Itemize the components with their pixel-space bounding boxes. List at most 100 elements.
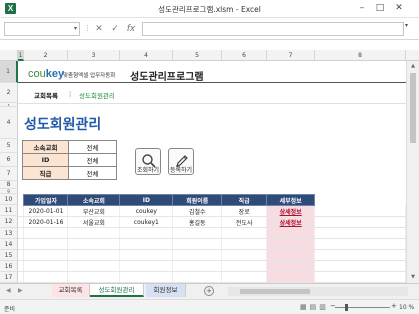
cell-member-name: 홍길동 [172, 216, 223, 228]
nav-member-management[interactable]: 성도회원관리 [79, 90, 115, 100]
row-header[interactable]: 11 [0, 205, 18, 216]
register-button-label[interactable]: 등록하기 [161, 165, 201, 174]
nav-separator: | [69, 90, 72, 98]
details-link[interactable]: 상세정보 [280, 209, 302, 216]
hscroll-thumb[interactable] [240, 289, 310, 294]
sheet-tab-bar: ◀ ▶ 교회목록 성도회원관리 회원정보 + [0, 283, 419, 299]
enter-icon[interactable]: ✓ [108, 22, 122, 36]
chevron-down-icon[interactable]: ▾ [74, 25, 77, 32]
column-header[interactable]: 4 [120, 50, 173, 61]
column-member-name: 회원이름 [172, 194, 223, 206]
filter-label: 직급 [22, 166, 69, 180]
cancel-icon[interactable]: ✕ [92, 22, 106, 36]
zoom-out-icon[interactable]: − [330, 302, 336, 310]
row-header[interactable]: 4 [0, 107, 18, 139]
table-row [18, 271, 406, 283]
select-all-corner[interactable] [0, 50, 18, 61]
column-header[interactable]: 3 [68, 50, 120, 61]
maximize-icon[interactable]: □ [372, 1, 388, 15]
row-header[interactable]: 15 [0, 250, 18, 261]
zoom-slider-handle[interactable] [345, 304, 348, 311]
nav-church-list[interactable]: 교회목록 [34, 90, 58, 100]
filter-row: 소속교회 전체 [22, 140, 117, 154]
cell-join-date: 2020-01-16 [23, 216, 69, 228]
view-mode-icons[interactable]: ▦▤▥ [300, 303, 329, 311]
table-row: 2020-01-16 서울교회 coukey1 홍길동 전도사 상세정보 [18, 216, 406, 228]
details-link[interactable]: 상세정보 [280, 220, 302, 227]
logo-subtitle: 맞춤형엑셀 업무자동화 [63, 73, 116, 79]
scroll-thumb[interactable] [410, 73, 416, 143]
row-header[interactable]: 5 [0, 139, 18, 153]
formula-bar: ▾ ⋮ ✕ ✓ fx ▾ [0, 18, 419, 40]
column-header[interactable]: 6 [222, 50, 267, 61]
zoom-slider[interactable] [335, 307, 390, 308]
column-details: 세부정보 [266, 194, 316, 206]
filter-table: 소속교회 전체 ID 전체 직급 전체 [22, 140, 117, 180]
formula-separator-icon: ⋮ [84, 24, 91, 32]
vertical-scrollbar[interactable]: ▲ ▼ [406, 61, 419, 283]
cell-id: coukey [119, 205, 174, 217]
column-id: ID [119, 194, 174, 206]
horizontal-scrollbar[interactable] [228, 287, 408, 296]
table-header-row: 가입일자 소속교회 ID 회원이름 직급 세부정보 [18, 194, 406, 206]
cell-church: 서울교회 [67, 216, 121, 228]
zoom-level[interactable]: 10 % [399, 304, 414, 311]
formula-input[interactable] [142, 22, 404, 36]
row-header[interactable]: 7 [0, 167, 18, 181]
filter-id-value[interactable]: 전체 [68, 153, 117, 167]
table-row [18, 260, 406, 272]
filter-rank-value[interactable]: 전체 [68, 166, 117, 180]
filter-row: 직급 전체 [22, 166, 117, 180]
cell-rank: 장로 [221, 205, 268, 217]
app-title: 성도관리프로그램 [130, 72, 204, 83]
tab-member-management[interactable]: 성도회원관리 [90, 284, 144, 297]
name-box[interactable]: ▾ [4, 22, 80, 36]
tab-next-icon[interactable]: ▶ [18, 287, 23, 294]
row-header[interactable]: 8 [0, 181, 18, 189]
cell-member-name: 김철수 [172, 205, 223, 217]
tab-church-list[interactable]: 교회목록 [52, 284, 90, 297]
filter-row: ID 전체 [22, 153, 117, 167]
filter-church-value[interactable]: 전체 [68, 140, 117, 154]
column-header[interactable]: 8 [315, 50, 406, 61]
status-ready: 준비 [4, 306, 16, 313]
column-header[interactable]: 2 [24, 50, 68, 61]
status-bar: 준비 ▦▤▥ − + 10 % [0, 299, 419, 314]
row-header[interactable]: 12 [0, 216, 18, 228]
cell-church: 부산교회 [67, 205, 121, 217]
column-header[interactable]: 5 [173, 50, 222, 61]
row-header[interactable]: 16 [0, 261, 18, 272]
zoom-in-icon[interactable]: + [391, 302, 397, 310]
row-header[interactable]: 14 [0, 239, 18, 250]
coukey-logo: coukey [28, 68, 64, 80]
column-header[interactable]: 7 [267, 50, 315, 61]
logo-suffix: key [45, 68, 65, 80]
column-join-date: 가입일자 [23, 194, 69, 206]
member-table: 가입일자 소속교회 ID 회원이름 직급 세부정보 2020-01-01 부산교… [18, 194, 406, 283]
tab-prev-icon[interactable]: ◀ [6, 287, 11, 294]
cell-details: 상세정보 [266, 216, 316, 228]
function-icon[interactable]: fx [124, 22, 138, 36]
row-header[interactable]: 2 [0, 83, 18, 103]
table-row [18, 238, 406, 250]
scroll-up-icon[interactable]: ▲ [407, 63, 419, 69]
page-title: 성도회원관리 [24, 117, 102, 133]
cell-details: 상세정보 [266, 205, 316, 217]
row-header[interactable]: 13 [0, 228, 18, 239]
row-header[interactable]: 17 [0, 272, 18, 283]
row-header[interactable]: 1 [0, 61, 18, 83]
cell-id: coukey1 [119, 216, 174, 228]
add-sheet-icon[interactable]: + [204, 286, 214, 296]
worksheet[interactable]: coukey 맞춤형엑셀 업무자동화 성도관리프로그램 교회목록 | 성도회원관… [18, 61, 406, 283]
nav-divider [18, 103, 406, 104]
row-header[interactable]: 6 [0, 153, 18, 167]
cell-rank: 전도사 [221, 216, 268, 228]
minimize-icon[interactable]: – [354, 1, 370, 15]
tab-member-info[interactable]: 회원정보 [146, 284, 186, 297]
scroll-down-icon[interactable]: ▼ [407, 274, 419, 280]
close-icon[interactable]: ✕ [391, 1, 407, 15]
row-header[interactable]: 10 [0, 194, 18, 205]
filter-label: 소속교회 [22, 140, 69, 154]
table-row [18, 227, 406, 239]
expand-formula-icon[interactable]: ▾ [405, 22, 408, 29]
